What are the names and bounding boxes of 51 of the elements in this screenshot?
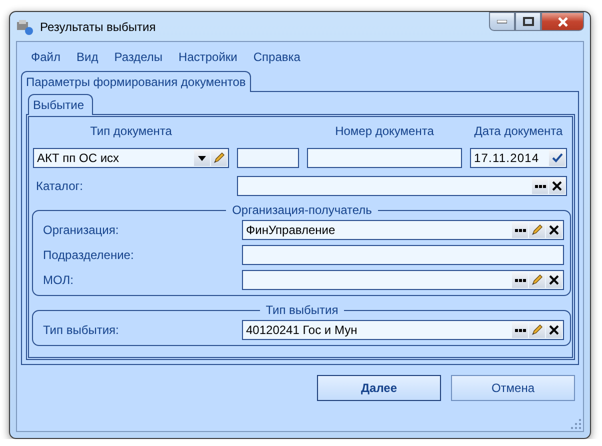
document-number-field[interactable]	[307, 148, 462, 168]
pencil-icon[interactable]	[531, 224, 543, 236]
input-field[interactable]	[242, 270, 564, 290]
column-header: Тип документа	[90, 123, 172, 140]
document-type-combobox[interactable]: АКТ пп ОС исх	[33, 148, 229, 168]
ellipsis-icon[interactable]	[514, 228, 526, 232]
input-field[interactable]: ФинУправление	[242, 220, 564, 240]
menu-item[interactable]: Разделы	[106, 48, 171, 68]
pencil-icon[interactable]	[531, 274, 543, 286]
field-label: Организация:	[42, 222, 120, 239]
pencil-icon[interactable]	[531, 324, 543, 336]
close-button[interactable]	[541, 12, 584, 31]
resize-grip-icon[interactable]	[571, 419, 581, 429]
pencil-icon[interactable]	[213, 152, 225, 164]
menu-item[interactable]: Вид	[68, 48, 106, 68]
minimize-icon	[497, 20, 507, 24]
field-label: Каталог:	[35, 178, 84, 195]
date-field[interactable]: 17.11.2014	[470, 148, 567, 168]
input-field[interactable]	[237, 148, 299, 168]
menu-item[interactable]: Справка	[245, 48, 308, 68]
maximize-button[interactable]	[515, 12, 541, 31]
menu-item[interactable]: Настройки	[170, 48, 246, 68]
tab[interactable]: Параметры формирования документов	[21, 71, 251, 92]
field-label: Тип выбытия:	[42, 322, 120, 339]
cancel-button[interactable]: Отмена	[451, 375, 575, 401]
catalog-field[interactable]	[237, 176, 567, 196]
maximize-icon	[522, 17, 534, 26]
window-title: Результаты выбытия	[40, 20, 157, 34]
group-title: Организация-получатель	[231, 203, 373, 217]
close-icon	[556, 16, 568, 26]
column-header: Номер документа	[335, 123, 434, 140]
field-label: Подразделение:	[42, 247, 135, 264]
ellipsis-icon[interactable]	[534, 184, 546, 188]
menu-item[interactable]: Файл	[23, 48, 69, 68]
clear-icon[interactable]	[549, 225, 559, 235]
field-label: МОЛ:	[42, 272, 74, 289]
input-field[interactable]: 40120241 Гос и Мун	[242, 320, 564, 340]
app-icon	[16, 18, 34, 34]
clear-icon[interactable]	[552, 181, 562, 191]
input-field[interactable]	[242, 245, 564, 265]
clear-icon[interactable]	[549, 325, 559, 335]
ellipsis-icon[interactable]	[514, 278, 526, 282]
caret-icon[interactable]	[198, 156, 206, 160]
group-title: Тип выбытия	[264, 303, 340, 317]
column-header: Дата документа	[474, 123, 563, 140]
clear-icon[interactable]	[549, 275, 559, 285]
minimize-button[interactable]	[489, 12, 515, 31]
tab[interactable]: Выбытие	[28, 94, 93, 115]
ellipsis-icon[interactable]	[514, 328, 526, 332]
checkmark-icon[interactable]	[552, 153, 562, 163]
next-button[interactable]: Далее	[317, 375, 441, 401]
